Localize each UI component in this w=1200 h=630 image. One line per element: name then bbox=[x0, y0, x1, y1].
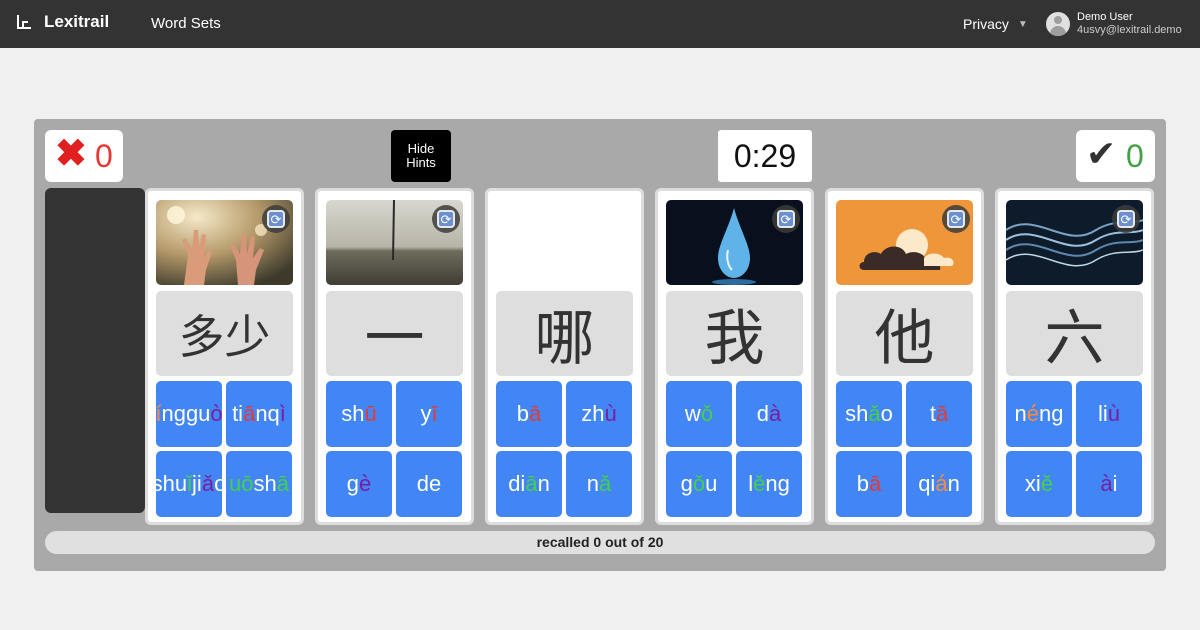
pinyin-option-button[interactable]: ài bbox=[1076, 451, 1142, 517]
pinyin-option-button[interactable]: yī bbox=[396, 381, 462, 447]
flashcard[interactable]: ⟳ 多少 í nggu ò ti ā nq ì shu ǐ ji ǎ o uō sh ā bbox=[145, 188, 304, 525]
pinyin-option-button[interactable]: de bbox=[396, 451, 462, 517]
character-box: 他 bbox=[836, 291, 973, 376]
refresh-icon[interactable]: ⟳ bbox=[772, 205, 800, 233]
card-image: ⟳ bbox=[836, 200, 973, 285]
pinyin-option-button[interactable]: í nggu ò bbox=[156, 381, 222, 447]
pinyin-option-button[interactable]: gè bbox=[326, 451, 392, 517]
pinyin-option-button[interactable]: sh ǎ o bbox=[836, 381, 902, 447]
timer: 0:29 bbox=[718, 130, 812, 182]
privacy-dropdown[interactable]: Privacy ▼ bbox=[963, 16, 1028, 32]
refresh-icon[interactable]: ⟳ bbox=[262, 205, 290, 233]
pinyin-option-button[interactable]: shu ǐ ji ǎ o bbox=[156, 451, 222, 517]
top-navbar: Lexitrail Word Sets Privacy ▼ Demo User … bbox=[0, 0, 1200, 48]
progress-bar: recalled 0 out of 20 bbox=[45, 531, 1155, 554]
pinyin-option-button[interactable]: ti ā nq ì bbox=[226, 381, 292, 447]
logo-icon bbox=[16, 14, 32, 30]
wrong-count: 0 bbox=[95, 138, 113, 174]
character-box: 我 bbox=[666, 291, 803, 376]
pinyin-option-button[interactable]: tā bbox=[906, 381, 972, 447]
privacy-label: Privacy bbox=[963, 16, 1009, 32]
pinyin-option-button[interactable]: bā bbox=[496, 381, 562, 447]
pinyin-option-button[interactable]: nǎ bbox=[566, 451, 632, 517]
user-name: Demo User bbox=[1077, 11, 1133, 23]
pinyin-option-button[interactable]: gǒu bbox=[666, 451, 732, 517]
hide-hints-button[interactable]: Hide Hints bbox=[391, 130, 451, 182]
cross-icon: ✖ bbox=[55, 133, 87, 175]
game-board: ✖ 0 Hide Hints 0:29 ✔ 0 ⟳ 多少 í nggu ò ti ā nq ì s… bbox=[34, 119, 1166, 571]
character-box: 一 bbox=[326, 291, 463, 376]
flashcard[interactable]: ⟳ 六 n é ng li ù xi ě à i bbox=[995, 188, 1154, 525]
pinyin-option-button[interactable]: sh ū bbox=[326, 381, 392, 447]
flashcard[interactable]: ⟳ 我 w ǒ d à g ǒ u l ě ng bbox=[655, 188, 814, 525]
character-box: 六 bbox=[1006, 291, 1143, 376]
character-box: 多少 bbox=[156, 291, 293, 376]
flashcard[interactable]: 哪 b ā zh ù di ā n n ǎ bbox=[485, 188, 644, 525]
flashcard[interactable]: ⟳ 他 sh ǎ o t ā b ā qi á n bbox=[825, 188, 984, 525]
pinyin-option-button[interactable]: dà bbox=[736, 381, 802, 447]
pinyin-option-button[interactable]: l ě ng bbox=[736, 451, 802, 517]
user-email: 4usvy@lexitrail.demo bbox=[1077, 24, 1182, 36]
app-name: Lexitrail bbox=[44, 12, 110, 31]
nav-word-sets-link[interactable]: Word Sets bbox=[151, 15, 221, 32]
pinyin-option-button[interactable]: bā bbox=[836, 451, 902, 517]
app-logo[interactable]: Lexitrail bbox=[16, 12, 109, 32]
chevron-down-icon: ▼ bbox=[1017, 18, 1028, 30]
pinyin-option-button[interactable]: qi á n bbox=[906, 451, 972, 517]
pinyin-option-button[interactable]: n é ng bbox=[1006, 381, 1072, 447]
refresh-icon[interactable]: ⟳ bbox=[942, 205, 970, 233]
refresh-icon[interactable]: ⟳ bbox=[1112, 205, 1140, 233]
pinyin-option-button[interactable]: li ù bbox=[1076, 381, 1142, 447]
discard-slot bbox=[45, 188, 145, 513]
correct-count: 0 bbox=[1126, 138, 1144, 174]
pinyin-option-button[interactable]: di ā n bbox=[496, 451, 562, 517]
user-avatar[interactable] bbox=[1046, 12, 1070, 36]
checkmark-icon: ✔ bbox=[1086, 133, 1117, 174]
wrong-counter: ✖ 0 bbox=[45, 130, 123, 182]
refresh-icon[interactable]: ⟳ bbox=[432, 205, 460, 233]
card-image: ⟳ bbox=[1006, 200, 1143, 285]
pinyin-option-button[interactable]: xi ě bbox=[1006, 451, 1072, 517]
pinyin-option-button[interactable]: wǒ bbox=[666, 381, 732, 447]
pinyin-option-button[interactable]: uō sh ā bbox=[226, 451, 292, 517]
pinyin-option-button[interactable]: zh ù bbox=[566, 381, 632, 447]
correct-counter: ✔ 0 bbox=[1076, 130, 1155, 182]
flashcard[interactable]: ⟳ 一 sh ū y ī g è de bbox=[315, 188, 474, 525]
card-image: ⟳ bbox=[156, 200, 293, 285]
card-image: ⟳ bbox=[666, 200, 803, 285]
character-box: 哪 bbox=[496, 291, 633, 376]
card-image: ⟳ bbox=[326, 200, 463, 285]
